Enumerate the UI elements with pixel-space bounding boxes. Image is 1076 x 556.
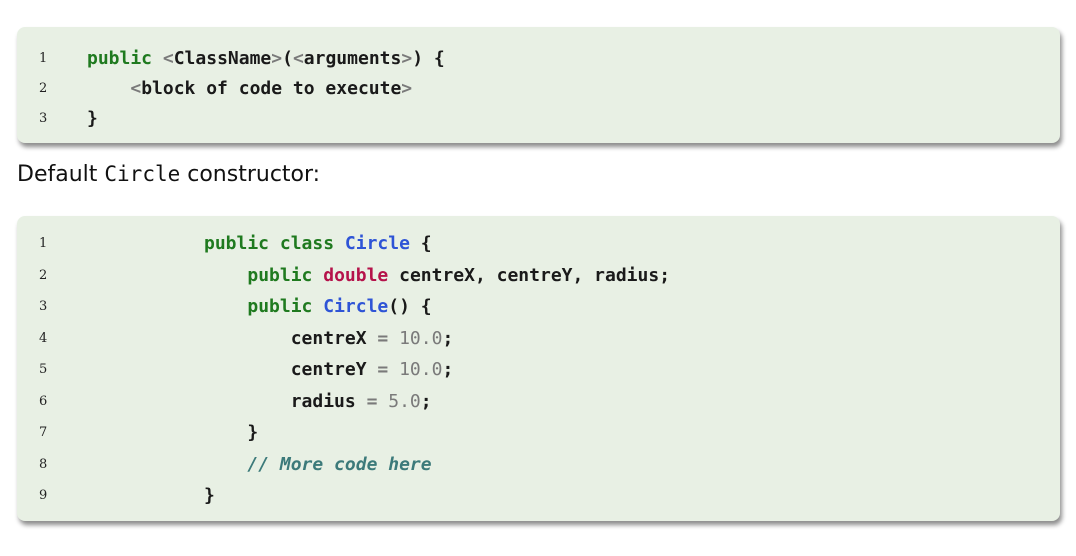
code-line: 2 public double centreX, centreY, radius…	[17, 260, 1060, 292]
code-line: 1 public class Circle {	[17, 228, 1060, 260]
line-number: 1	[39, 51, 48, 66]
line-number: 2	[39, 81, 48, 96]
caption-code: Circle	[104, 162, 181, 186]
code-text: public Circle() {	[204, 291, 432, 323]
code-token: public	[204, 233, 270, 254]
code-token: <	[292, 48, 304, 69]
code-line: 9}	[17, 480, 1060, 512]
code-line: 2 <block of code to execute>	[17, 74, 1060, 104]
code-line: 3 public Circle() {	[17, 291, 1060, 323]
code-token: >	[271, 48, 283, 69]
code-token: centreX, centreY, radius;	[388, 264, 671, 286]
code-token: }	[247, 422, 259, 443]
code-token: () {	[388, 296, 432, 317]
code-token: ;	[420, 390, 432, 412]
line-number: 3	[39, 111, 48, 126]
line-number: 2	[39, 267, 48, 283]
circle-constructor-code-block: 1 public class Circle {2 public double ce…	[17, 216, 1060, 521]
code-token: 10.0	[399, 359, 443, 380]
code-token: }	[87, 108, 98, 129]
code-text: }	[204, 480, 215, 512]
code-token: Circle	[344, 233, 410, 254]
code-token: >	[401, 78, 413, 99]
caption: Default Circle constructor:	[17, 162, 320, 187]
code-text: centreX = 10.0;	[204, 323, 454, 355]
code-token: radius	[290, 390, 356, 412]
code-token: ) {	[412, 48, 445, 69]
code-text: }	[204, 417, 258, 449]
code-text: }	[87, 104, 98, 134]
code-line: 5 centreY = 10.0;	[17, 354, 1060, 386]
code-token: centreX	[290, 327, 367, 349]
line-number: 6	[39, 393, 48, 409]
caption-prefix: Default	[17, 162, 105, 187]
code-token: =	[366, 359, 400, 380]
line-number: 4	[39, 330, 48, 346]
code-token: 10.0	[399, 327, 443, 349]
code-line: 8 // More code here	[17, 449, 1060, 481]
code-token: public	[247, 264, 313, 286]
code-text: radius = 5.0;	[204, 386, 432, 418]
code-token: (	[282, 48, 293, 69]
code-token: block of code to execute	[141, 78, 402, 99]
code-token: =	[366, 327, 400, 349]
code-token: }	[204, 485, 215, 506]
code-token: ;	[442, 359, 454, 380]
code-token: double	[323, 264, 389, 286]
line-number: 7	[39, 425, 48, 440]
code-token: ClassName	[173, 48, 272, 69]
code-text: public double centreX, centreY, radius;	[204, 260, 670, 292]
code-token: =	[355, 390, 389, 412]
code-token: {	[409, 233, 432, 254]
code-token: // More code here	[247, 453, 432, 475]
code-token: <	[130, 78, 142, 99]
code-token: Circle	[323, 296, 389, 317]
code-token: <	[162, 48, 174, 69]
code-line: 3}	[17, 104, 1060, 134]
code-text: public <ClassName>(<arguments>) {	[87, 44, 445, 74]
code-token: public	[247, 296, 313, 317]
code-token: ;	[442, 327, 454, 349]
line-number: 1	[39, 236, 48, 251]
code-token: centreY	[290, 359, 367, 380]
line-number: 9	[39, 488, 48, 503]
line-number: 8	[39, 456, 48, 472]
code-line: 1 public <ClassName>(<arguments>) {	[17, 44, 1060, 74]
code-line: 7 }	[17, 417, 1060, 449]
code-token: 5.0	[388, 390, 421, 412]
code-line: 6 radius = 5.0;	[17, 386, 1060, 418]
code-token: class	[279, 233, 335, 254]
code-token: public	[87, 48, 153, 69]
code-line: 4 centreX = 10.0;	[17, 323, 1060, 355]
code-text: <block of code to execute>	[87, 74, 412, 104]
code-text: // More code here	[204, 449, 432, 481]
code-text: centreY = 10.0;	[204, 354, 454, 386]
code-text: public class Circle {	[204, 228, 432, 260]
line-number: 5	[39, 362, 48, 377]
code-token: arguments	[303, 48, 402, 69]
code-token: >	[401, 48, 413, 69]
constructor-syntax-code-block: 1 public <ClassName>(<arguments>) {2 <blo…	[17, 27, 1060, 143]
caption-suffix: constructor:	[180, 162, 321, 187]
line-number: 3	[39, 299, 48, 314]
